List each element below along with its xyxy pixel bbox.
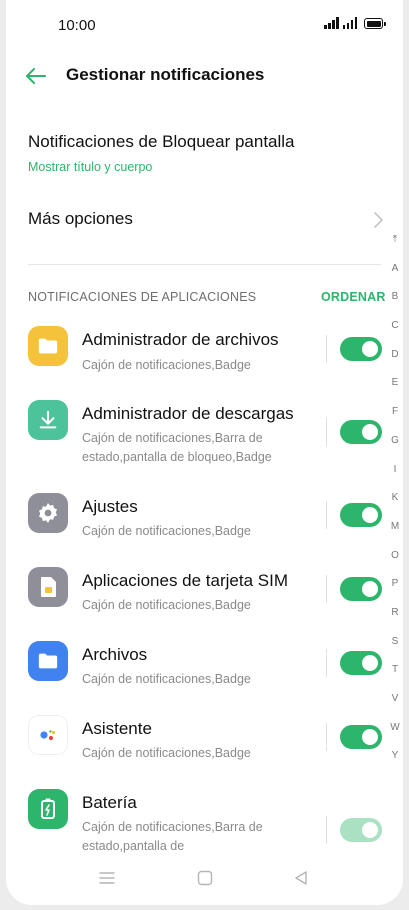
section-header: NOTIFICACIONES DE APLICACIONES (28, 290, 257, 304)
more-options-label: Más opciones (28, 209, 133, 228)
home-icon[interactable] (196, 869, 214, 887)
gear-icon (28, 493, 68, 533)
separator (326, 816, 327, 844)
alpha-letter[interactable]: E (386, 369, 403, 398)
app-desc: Cajón de notificaciones,Badge (82, 598, 251, 612)
toggle-bateria[interactable] (340, 818, 382, 842)
battery-icon (28, 789, 68, 829)
separator (326, 649, 327, 677)
toggle-administrador-archivos[interactable] (340, 337, 382, 361)
alpha-letter[interactable]: W (386, 714, 403, 743)
app-name: Batería (82, 793, 137, 812)
alphabet-index[interactable]: ⤒ A B C D E F G I K M O P R S T V W Y (386, 226, 403, 771)
chevron-right-icon (374, 212, 383, 228)
alpha-letter[interactable]: O (386, 542, 403, 571)
alpha-letter[interactable]: T (386, 656, 403, 685)
status-time: 10:00 (58, 17, 96, 34)
app-name: Archivos (82, 645, 148, 664)
alpha-letter[interactable]: A (386, 255, 403, 284)
app-name: Administrador de descargas (82, 404, 294, 423)
alpha-letter[interactable]: P (386, 570, 403, 599)
alpha-letter[interactable]: Y (386, 742, 403, 771)
files-folder-icon (28, 641, 68, 681)
separator (326, 723, 327, 751)
app-desc: Cajón de notificaciones,Badge (82, 358, 251, 372)
lock-screen-value: Mostrar título y cuerpo (28, 160, 153, 174)
status-bar: 10:00 (6, 0, 403, 50)
alpha-letter[interactable]: G (386, 427, 403, 456)
status-icons (324, 17, 386, 29)
back-arrow-icon[interactable] (24, 64, 48, 88)
alpha-letter[interactable]: K (386, 484, 403, 513)
download-icon (28, 400, 68, 440)
assistant-icon (28, 715, 68, 755)
app-name: Asistente (82, 719, 152, 738)
alpha-letter[interactable]: F (386, 398, 403, 427)
separator (326, 335, 327, 363)
divider (28, 264, 381, 265)
phone-screen: 10:00 Gestionar notificaciones Notificac… (6, 0, 403, 905)
signal-icon (324, 17, 339, 29)
alpha-letter[interactable]: M (386, 513, 403, 542)
alpha-letter[interactable]: D (386, 341, 403, 370)
toggle-archivos[interactable] (340, 651, 382, 675)
sim-card-icon (28, 567, 68, 607)
app-name: Ajustes (82, 497, 138, 516)
app-desc: Cajón de notificaciones,Badge (82, 524, 251, 538)
folder-icon (28, 326, 68, 366)
page-title: Gestionar notificaciones (66, 65, 265, 84)
back-icon[interactable] (292, 869, 310, 887)
separator (326, 418, 327, 446)
alpha-letter[interactable]: V (386, 685, 403, 714)
app-desc: Cajón de notificaciones,Badge (82, 746, 251, 760)
app-header: Gestionar notificaciones (6, 56, 403, 96)
lock-screen-title: Notificaciones de Bloquear pantalla (28, 132, 295, 151)
app-desc: Cajón de notificaciones,Barra de estado,… (82, 431, 272, 464)
alpha-letter[interactable]: I (386, 456, 403, 485)
alpha-letter[interactable]: S (386, 628, 403, 657)
scroll-top-icon[interactable]: ⤒ (386, 226, 403, 255)
alpha-letter[interactable]: B (386, 283, 403, 312)
battery-status-icon (364, 18, 386, 29)
separator (326, 501, 327, 529)
app-name: Administrador de archivos (82, 330, 279, 349)
toggle-tarjeta-sim[interactable] (340, 577, 382, 601)
signal-icon-2 (342, 17, 357, 29)
separator (326, 575, 327, 603)
toggle-ajustes[interactable] (340, 503, 382, 527)
order-button[interactable]: ORDENAR (321, 290, 386, 304)
navigation-bar (6, 855, 403, 905)
alpha-letter[interactable]: C (386, 312, 403, 341)
alpha-letter[interactable]: R (386, 599, 403, 628)
toggle-administrador-descargas[interactable] (340, 420, 382, 444)
menu-icon[interactable] (98, 869, 116, 887)
app-desc: Cajón de notificaciones,Badge (82, 672, 251, 686)
app-name: Aplicaciones de tarjeta SIM (82, 571, 288, 590)
app-desc: Cajón de notificaciones,Barra de estado,… (82, 820, 263, 853)
toggle-asistente[interactable] (340, 725, 382, 749)
